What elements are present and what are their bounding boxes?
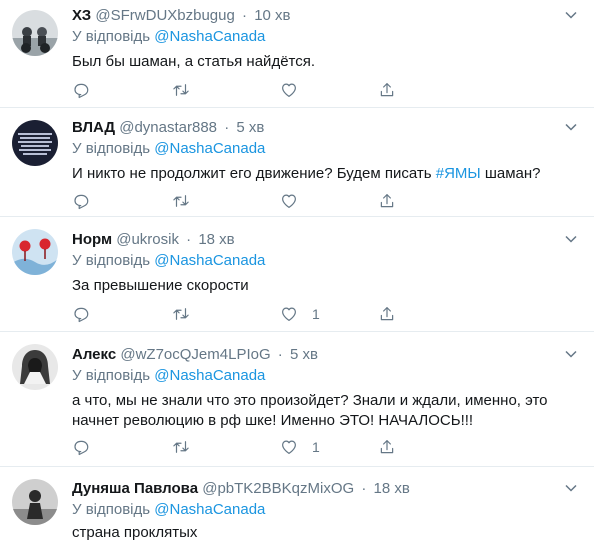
reply-prefix: У відповідь (72, 140, 151, 157)
tweet-timestamp[interactable]: 18 хв (374, 480, 410, 497)
avatar[interactable] (12, 344, 58, 390)
avatar[interactable] (12, 479, 58, 525)
reply-prefix: У відповідь (72, 501, 151, 518)
retweet-icon (173, 308, 189, 320)
author-name[interactable]: ХЗ (72, 7, 91, 24)
reply-prefix: У відповідь (72, 28, 151, 45)
share-button[interactable] (378, 191, 396, 211)
retweet-button[interactable] (172, 437, 190, 457)
reply-mention[interactable]: @NashaCanada (154, 28, 265, 45)
like-button[interactable] (280, 191, 298, 211)
author-handle[interactable]: @ukrosik (116, 231, 179, 248)
reply-feed: ХЗ @SFrwDUXbzbugug · 10 хв У відповідь @… (0, 0, 594, 543)
chevron-down-icon[interactable] (564, 120, 578, 134)
reply-context: У відповідь @NashaCanada (72, 366, 564, 386)
tweet-actions (72, 191, 492, 211)
tweet-text-line: а что, мы не знали что это произойдет? З… (72, 392, 548, 409)
tweet-timestamp[interactable]: 18 хв (198, 231, 234, 248)
tweet-text-line: начнет революцию в рф шке! Именно ЭТО! Н… (72, 412, 474, 429)
avatar[interactable] (12, 120, 58, 166)
retweet-button[interactable] (172, 191, 190, 211)
reply-button[interactable] (72, 80, 90, 100)
retweet-icon (173, 195, 189, 207)
tweet[interactable]: Алекс @wZ7ocQJem4LPIoG · 5 хв У відповід… (0, 332, 594, 467)
retweet-icon (173, 441, 189, 453)
tweet-timestamp[interactable]: 5 хв (290, 346, 318, 363)
author-name[interactable]: Норм (72, 231, 112, 248)
chevron-down-icon[interactable] (564, 481, 578, 495)
heart-icon (282, 307, 296, 321)
author-handle[interactable]: @SFrwDUXbzbugug (95, 7, 234, 24)
reply-context: У відповідь @NashaCanada (72, 27, 564, 47)
author-name[interactable]: Дуняша Павлова (72, 480, 198, 497)
separator-dot: · (224, 119, 230, 136)
hashtag-link[interactable]: #ЯМЫ (436, 165, 481, 182)
tweet-actions: 1 (72, 437, 492, 457)
chevron-down-icon[interactable] (564, 8, 578, 22)
reply-prefix: У відповідь (72, 367, 151, 384)
chevron-down-icon[interactable] (564, 232, 578, 246)
tweet-actions: 1 (72, 304, 492, 324)
reply-mention[interactable]: @NashaCanada (154, 252, 265, 269)
author-name[interactable]: Алекс (72, 346, 116, 363)
avatar[interactable] (12, 10, 58, 56)
share-icon (380, 440, 394, 454)
tweet[interactable]: Дуняша Павлова @pbTK2BBKqzMixOG · 18 хв … (0, 467, 594, 543)
like-count: 1 (312, 439, 320, 455)
tweet[interactable]: ВЛАД @dynastar888 · 5 хв У відповідь @Na… (0, 108, 594, 217)
heart-icon (282, 440, 296, 454)
share-icon (380, 194, 394, 208)
reply-mention[interactable]: @NashaCanada (154, 140, 265, 157)
like-count: 1 (312, 306, 320, 322)
reply-button[interactable] (72, 191, 90, 211)
reply-button[interactable] (72, 437, 90, 457)
author-handle[interactable]: @wZ7ocQJem4LPIoG (120, 346, 270, 363)
tweet-text: За превышение скорости (72, 277, 249, 294)
tweet-text: Был бы шаман, а статья найдётся. (72, 53, 316, 70)
like-button[interactable] (280, 80, 298, 100)
heart-icon (282, 194, 296, 208)
reply-context: У відповідь @NashaCanada (72, 500, 564, 520)
author-name[interactable]: ВЛАД (72, 119, 115, 136)
reply-button[interactable] (72, 304, 90, 324)
share-icon (380, 307, 394, 321)
reply-context: У відповідь @NashaCanada (72, 251, 564, 271)
heart-icon (282, 83, 296, 97)
tweet-text-part: И никто не продолжит его движение? Будем… (72, 165, 436, 182)
reply-mention[interactable]: @NashaCanada (154, 501, 265, 518)
like-button[interactable]: 1 (280, 304, 320, 324)
tweet[interactable]: ХЗ @SFrwDUXbzbugug · 10 хв У відповідь @… (0, 0, 594, 108)
tweet-text: И никто не продолжит его движение? Будем… (72, 164, 564, 184)
separator-dot: · (277, 346, 283, 363)
separator-dot: · (242, 7, 248, 24)
retweet-icon (173, 84, 189, 96)
reply-context: У відповідь @NashaCanada (72, 139, 564, 159)
tweet-text: а что, мы не знали что это произойдет? З… (72, 391, 564, 431)
share-icon (380, 83, 394, 97)
share-button[interactable] (378, 304, 396, 324)
retweet-button[interactable] (172, 80, 190, 100)
reply-icon (74, 307, 89, 323)
reply-icon (74, 194, 89, 210)
author-handle[interactable]: @pbTK2BBKqzMixOG (202, 480, 354, 497)
author-handle[interactable]: @dynastar888 (119, 119, 217, 136)
separator-dot: · (186, 231, 192, 248)
chevron-down-icon[interactable] (564, 347, 578, 361)
share-button[interactable] (378, 80, 396, 100)
like-button[interactable]: 1 (280, 437, 320, 457)
tweet-text: страна проклятых (72, 524, 198, 541)
reply-icon (74, 440, 89, 456)
reply-mention[interactable]: @NashaCanada (154, 367, 265, 384)
reply-prefix: У відповідь (72, 252, 151, 269)
tweet-actions (72, 80, 492, 100)
tweet-timestamp[interactable]: 10 хв (254, 7, 290, 24)
tweet-timestamp[interactable]: 5 хв (236, 119, 264, 136)
separator-dot: · (361, 480, 367, 497)
avatar[interactable] (12, 229, 58, 275)
retweet-button[interactable] (172, 304, 190, 324)
tweet[interactable]: Норм @ukrosik · 18 хв У відповідь @Nasha… (0, 217, 594, 332)
share-button[interactable] (378, 437, 396, 457)
reply-icon (74, 83, 89, 99)
tweet-text-part: шаман? (480, 165, 541, 182)
